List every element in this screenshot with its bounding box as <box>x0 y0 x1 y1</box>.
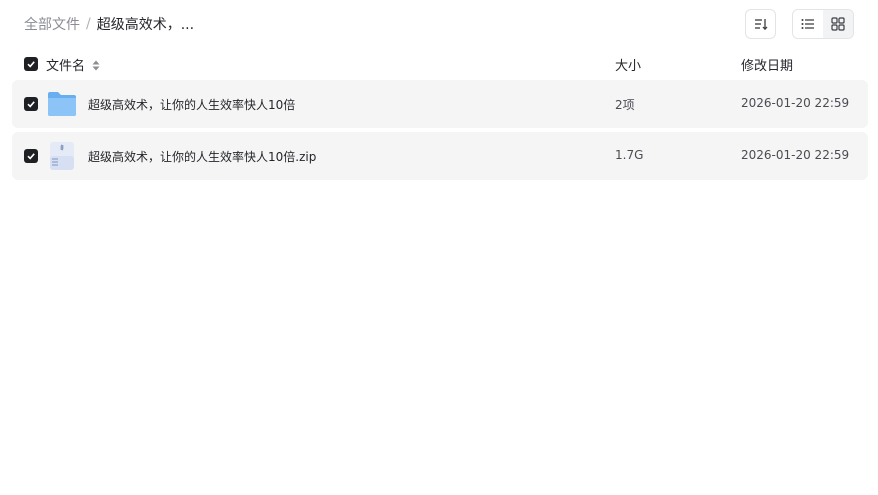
view-toggle <box>792 9 854 39</box>
modified-column-header[interactable]: 修改日期 <box>741 55 793 74</box>
zip-file-icon <box>50 142 74 170</box>
name-column-header[interactable]: 文件名 <box>46 55 100 74</box>
file-row[interactable]: 超级高效术，让你的人生效率快人10倍.zip 1.7G 2026-01-20 2… <box>12 132 868 180</box>
size-column-header[interactable]: 大小 <box>615 55 641 74</box>
sort-button[interactable] <box>745 9 776 39</box>
breadcrumb: 全部文件 / 超级高效术，... <box>24 14 194 34</box>
row-checkbox[interactable] <box>24 149 38 163</box>
file-row[interactable]: 超级高效术，让你的人生效率快人10倍 2项 2026-01-20 22:59 <box>12 80 868 128</box>
breadcrumb-separator: / <box>86 16 91 32</box>
file-modified: 2026-01-20 22:59 <box>741 148 850 162</box>
file-size: 2项 <box>615 98 635 112</box>
check-icon <box>27 153 35 160</box>
file-size: 1.7G <box>615 148 644 162</box>
file-list-header: 文件名 大小 修改日期 <box>12 52 868 76</box>
list-view-icon <box>801 19 814 29</box>
list-view-button[interactable] <box>793 10 823 38</box>
grid-view-icon <box>831 17 845 31</box>
name-column-label: 文件名 <box>46 59 86 74</box>
row-checkbox[interactable] <box>24 97 38 111</box>
file-name[interactable]: 超级高效术，让你的人生效率快人10倍.zip <box>88 148 316 165</box>
breadcrumb-current: 超级高效术，... <box>96 17 195 33</box>
file-modified: 2026-01-20 22:59 <box>741 96 850 110</box>
breadcrumb-root[interactable]: 全部文件 <box>24 14 80 34</box>
sort-toggle-icon[interactable] <box>92 60 100 71</box>
check-icon <box>27 101 35 108</box>
grid-view-button[interactable] <box>823 10 853 38</box>
file-name[interactable]: 超级高效术，让你的人生效率快人10倍 <box>88 96 295 113</box>
select-all-checkbox[interactable] <box>24 57 38 71</box>
check-icon <box>27 61 35 68</box>
sort-icon <box>754 19 767 31</box>
top-bar: 全部文件 / 超级高效术，... <box>0 0 878 48</box>
folder-icon <box>48 92 76 116</box>
